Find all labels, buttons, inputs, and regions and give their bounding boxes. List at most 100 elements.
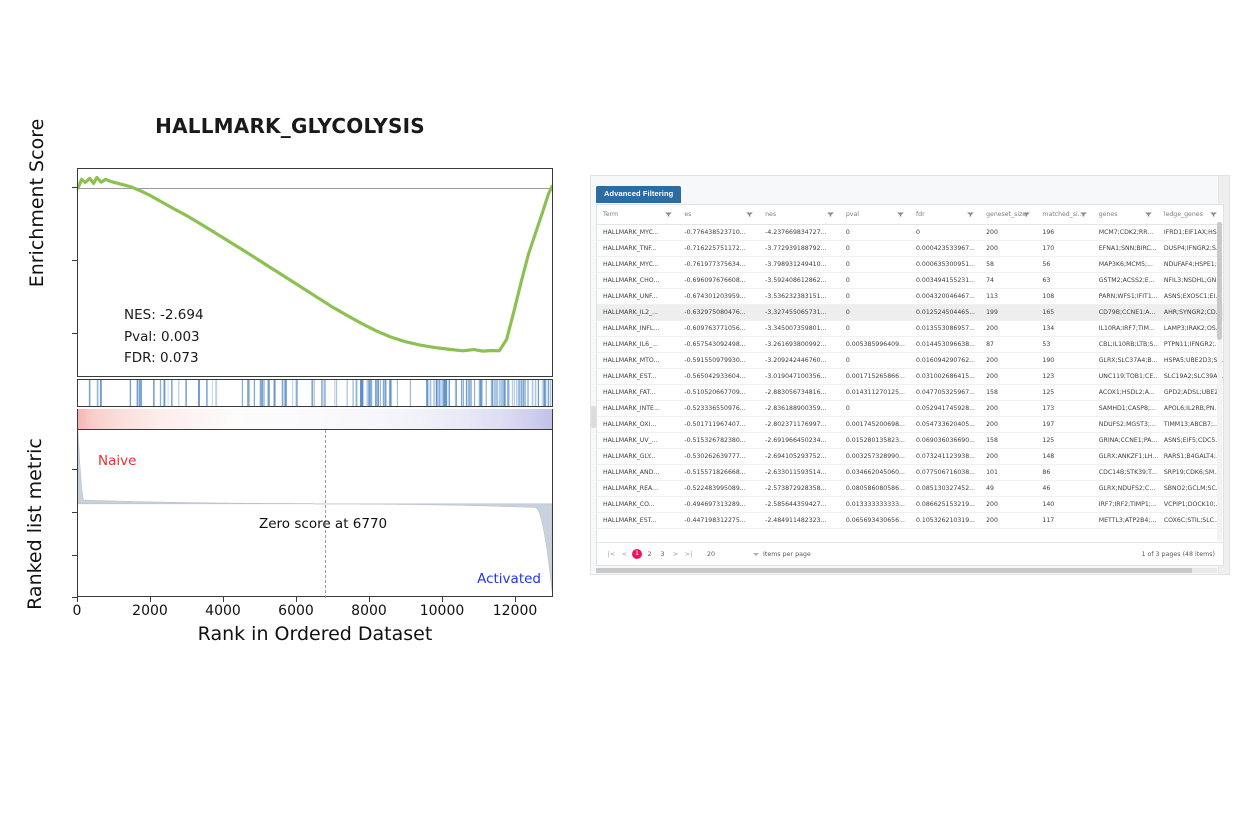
column-label-matched-size: matched_si...: [1042, 211, 1083, 218]
table-row[interactable]: HALLMARK_EST...-0.565042933604...-3.0190…: [597, 369, 1223, 385]
pager-page-3[interactable]: 3: [656, 551, 669, 558]
pager-first-button[interactable]: |<: [605, 550, 618, 558]
filter-icon[interactable]: [827, 212, 834, 217]
cell-matched_size: 197: [1036, 417, 1092, 433]
cell-genes: CD79B;CCNE1;A...: [1093, 305, 1158, 321]
cell-es: -0.761977375634...: [678, 257, 759, 273]
cell-fdr: 0.016094290762...: [910, 353, 980, 369]
cell-es: -0.515571826668...: [678, 465, 759, 481]
cell-ledge_genes: PTPN11;IFNGR2;...: [1158, 337, 1223, 353]
page-size-dropdown[interactable]: 20: [707, 551, 759, 558]
column-header-nes[interactable]: nes: [759, 205, 840, 225]
cell-es: -0.591550979930...: [678, 353, 759, 369]
column-header-fdr[interactable]: fdr: [910, 205, 980, 225]
cell-geneset_size: 200: [980, 369, 1036, 385]
pager-page-2[interactable]: 2: [643, 551, 656, 558]
table-row[interactable]: HALLMARK_UNF...-0.674301203959...-3.5362…: [597, 289, 1223, 305]
pager-page-1[interactable]: 1: [632, 549, 642, 559]
filter-icon[interactable]: [897, 212, 904, 217]
advanced-filtering-button[interactable]: Advanced Filtering: [596, 186, 681, 203]
vertical-scrollbar-thumb[interactable]: [1217, 222, 1222, 340]
cell-es: -0.609763771056...: [678, 321, 759, 337]
rank-ytick-mark-0: [72, 469, 77, 470]
table-row[interactable]: HALLMARK_AND...-0.515571826668...-2.6330…: [597, 465, 1223, 481]
cell-pval: 0: [840, 401, 910, 417]
table-row[interactable]: HALLMARK_OXI...-0.501711967407...-2.8023…: [597, 417, 1223, 433]
filter-icon[interactable]: [1210, 212, 1217, 217]
cell-term: HALLMARK_CHO...: [597, 273, 678, 289]
cell-matched_size: 148: [1036, 449, 1092, 465]
cell-pval: 0: [840, 273, 910, 289]
cell-ledge_genes: RARS1;B4GALT4;...: [1158, 449, 1223, 465]
xtick-mark-4: [369, 597, 370, 602]
horizontal-scrollbar[interactable]: [596, 568, 1217, 573]
cell-ledge_genes: SBNO2;GCLM;SC...: [1158, 481, 1223, 497]
grid-scroll-area[interactable]: Term es nes: [597, 205, 1223, 542]
table-row[interactable]: HALLMARK_FAT...-0.510520667709...-2.8830…: [597, 385, 1223, 401]
column-header-term[interactable]: Term: [597, 205, 678, 225]
filter-icon[interactable]: [1080, 212, 1087, 217]
column-header-ledge-genes[interactable]: ledge_genes: [1158, 205, 1223, 225]
table-row[interactable]: HALLMARK_IL6_...-0.657543092498...-3.261…: [597, 337, 1223, 353]
cell-pval: 0.015280135823...: [840, 433, 910, 449]
cell-nes: -2.573872928358...: [759, 481, 840, 497]
table-row[interactable]: HALLMARK_MTO...-0.591550979930...-3.2092…: [597, 353, 1223, 369]
horizontal-scrollbar-thumb[interactable]: [596, 568, 1192, 573]
table-row[interactable]: HALLMARK_MYC...-0.761977375634...-3.7989…: [597, 257, 1223, 273]
filter-icon[interactable]: [967, 212, 974, 217]
pager-next-button[interactable]: >: [669, 550, 682, 558]
cell-genes: GRINA;CCNE1;PA...: [1093, 433, 1158, 449]
table-row[interactable]: HALLMARK_MYC...-0.776438523710...-4.2376…: [597, 225, 1223, 241]
cell-nes: -2.484911482323...: [759, 513, 840, 529]
table-row[interactable]: HALLMARK_TNF...-0.716225751172...-3.7729…: [597, 241, 1223, 257]
column-label-nes: nes: [765, 211, 776, 218]
column-header-pval[interactable]: pval: [840, 205, 910, 225]
filter-icon[interactable]: [746, 212, 753, 217]
table-row[interactable]: HALLMARK_EST...-0.447198312275...-2.4849…: [597, 513, 1223, 529]
column-header-genes[interactable]: genes: [1093, 205, 1158, 225]
cell-es: -0.657543092498...: [678, 337, 759, 353]
table-row[interactable]: HALLMARK_GLY...-0.530262639777...-2.6941…: [597, 449, 1223, 465]
cell-genes: GLRX;NDUFS2;C...: [1093, 481, 1158, 497]
cell-ledge_genes: ASNS;EIF5;CDC5...: [1158, 433, 1223, 449]
pager-prev-button[interactable]: <: [618, 550, 631, 558]
cell-pval: 0.001745200698...: [840, 417, 910, 433]
table-row[interactable]: HALLMARK_CO...-0.494697313289...-2.58564…: [597, 497, 1223, 513]
cell-genes: SAMHD1;CASP8;...: [1093, 401, 1158, 417]
table-row[interactable]: HALLMARK_REA...-0.522483995089...-2.5738…: [597, 481, 1223, 497]
cell-nes: -2.633011593514...: [759, 465, 840, 481]
column-header-geneset-size[interactable]: geneset_size: [980, 205, 1036, 225]
table-row[interactable]: HALLMARK_CHO...-0.696097676608...-3.5924…: [597, 273, 1223, 289]
xtick-label-5: 10000: [407, 603, 477, 619]
cell-pval: 0: [840, 353, 910, 369]
cell-fdr: 0.073241123938...: [910, 449, 980, 465]
cell-ledge_genes: DUSP4;IFNGR2;S...: [1158, 241, 1223, 257]
table-row[interactable]: HALLMARK_UV_...-0.515326782380...-2.6919…: [597, 433, 1223, 449]
table-row[interactable]: HALLMARK_INTE...-0.523336550976...-2.836…: [597, 401, 1223, 417]
cell-geneset_size: 200: [980, 225, 1036, 241]
cell-es: -0.530262639777...: [678, 449, 759, 465]
column-header-es[interactable]: es: [678, 205, 759, 225]
vertical-scrollbar[interactable]: [1217, 222, 1222, 541]
cell-matched_size: 46: [1036, 481, 1092, 497]
cell-nes: -3.019047100356...: [759, 369, 840, 385]
gsea-enrichment-plot: HALLMARK_GLYCOLYSIS Enrichment Score Ran…: [0, 0, 580, 660]
cell-term: HALLMARK_AND...: [597, 465, 678, 481]
filter-icon[interactable]: [665, 212, 672, 217]
cell-ledge_genes: LAMP3;IRAK2;OS...: [1158, 321, 1223, 337]
table-row[interactable]: HALLMARK_INFL...-0.609763771056...-3.345…: [597, 321, 1223, 337]
column-label-term: Term: [603, 211, 618, 218]
pager-last-button[interactable]: >|: [682, 550, 695, 558]
filter-icon[interactable]: [1145, 212, 1152, 217]
filter-icon[interactable]: [1023, 212, 1030, 217]
column-header-matched-size[interactable]: matched_si...: [1036, 205, 1092, 225]
cell-genes: MAP3K6;MCM5;...: [1093, 257, 1158, 273]
screenshot-root: HALLMARK_GLYCOLYSIS Enrichment Score Ran…: [0, 0, 1248, 829]
table-row[interactable]: HALLMARK_IL2_...-0.632975080476...-3.327…: [597, 305, 1223, 321]
cell-geneset_size: 58: [980, 257, 1036, 273]
cell-es: -0.501711967407...: [678, 417, 759, 433]
cell-nes: -2.691966450234...: [759, 433, 840, 449]
cell-nes: -2.802371176997...: [759, 417, 840, 433]
cell-ledge_genes: ASNS;EXOSC1;EI...: [1158, 289, 1223, 305]
column-label-fdr: fdr: [916, 211, 925, 218]
